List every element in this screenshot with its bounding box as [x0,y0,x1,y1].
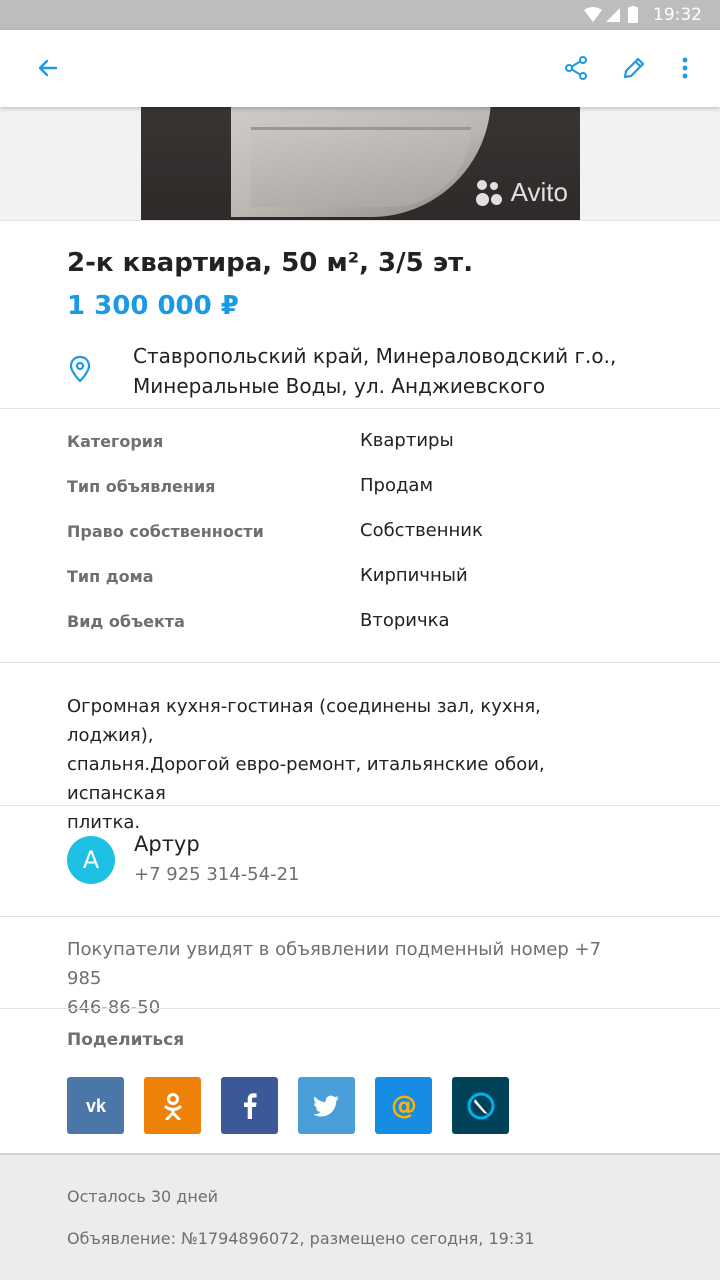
location-pin-icon [69,355,91,383]
more-button[interactable] [665,48,705,88]
seller-phone[interactable]: +7 925 314-54-21 [134,864,300,885]
edit-button[interactable] [614,48,654,88]
listing-address[interactable]: Ставропольский край, Минераловодский г.о… [133,341,653,401]
description-line: спальня.Дорогой евро-ремонт, итальянские… [67,754,545,804]
description-line: Огромная кухня-гостиная (соединены зал, … [67,696,541,746]
seller-name[interactable]: Артур [134,832,200,856]
avito-watermark: Avito [475,177,568,208]
param-row: Право собственности Собственник [0,510,720,555]
share-facebook-button[interactable] [221,1077,278,1134]
app-toolbar [0,30,720,107]
param-value: Вторичка [360,610,450,631]
vk-icon: vk [85,1097,106,1115]
param-key: Вид объекта [67,612,185,631]
avatar[interactable]: А [67,836,115,884]
listing-footer [0,1153,720,1280]
param-value: Продам [360,475,434,496]
param-key: Тип объявления [67,477,216,496]
share-icon [565,56,587,80]
mail-at-icon: @ [391,1091,417,1121]
address-line-2: Минеральные Воды, ул. Анджиевского [133,374,546,398]
param-row: Вид объекта Вторичка [0,600,720,645]
facebook-icon [243,1092,257,1119]
param-key: Тип дома [67,567,154,586]
share-label: Поделиться [67,1030,185,1050]
listing-title: 2-к квартира, 50 м², 3/5 эт. [67,248,474,278]
divider [0,408,720,409]
divider [0,662,720,663]
photo-gallery[interactable]: Avito [0,107,720,220]
share-twitter-button[interactable] [298,1077,355,1134]
svg-text:@: @ [391,1091,417,1121]
watermark-text: Avito [510,177,568,207]
param-row: Категория Квартиры [0,420,720,465]
twitter-icon [313,1095,339,1116]
divider [0,805,720,806]
svg-text:vk: vk [85,1097,106,1115]
share-button[interactable] [556,48,596,88]
status-icons [584,6,638,23]
status-bar: 19:32 [0,0,720,30]
param-value: Квартиры [360,430,454,451]
pencil-icon [623,57,645,79]
param-value: Собственник [360,520,483,541]
address-line-1: Ставропольский край, Минераловодский г.о… [133,344,617,368]
share-mail-button[interactable]: @ [375,1077,432,1134]
param-row: Тип дома Кирпичный [0,555,720,600]
param-key: Категория [67,432,164,451]
share-vk-button[interactable]: vk [67,1077,124,1134]
days-remaining: Осталось 30 дней [67,1187,219,1206]
livejournal-icon [467,1092,494,1119]
back-button[interactable] [28,48,68,88]
listing-description: Огромная кухня-гостиная (соединены зал, … [67,692,627,837]
avito-logo-icon [475,178,505,208]
param-key: Право собственности [67,522,264,541]
ad-info: Объявление: №1794896072, размещено сегод… [67,1229,535,1248]
status-time: 19:32 [653,5,702,25]
odnoklassniki-icon [164,1092,181,1120]
more-vertical-icon [682,57,688,79]
share-odnoklassniki-button[interactable] [144,1077,201,1134]
share-livejournal-button[interactable] [452,1077,509,1134]
divider [0,1008,720,1009]
divider [0,916,720,917]
param-row: Тип объявления Продам [0,465,720,510]
divider [0,220,720,221]
listing-price: 1 300 000 ₽ [67,291,239,321]
arrow-left-icon [38,59,58,77]
listing-photo[interactable]: Avito [141,107,580,220]
param-value: Кирпичный [360,565,468,586]
notice-line: Покупатели увидят в объявлении подменный… [67,939,602,989]
